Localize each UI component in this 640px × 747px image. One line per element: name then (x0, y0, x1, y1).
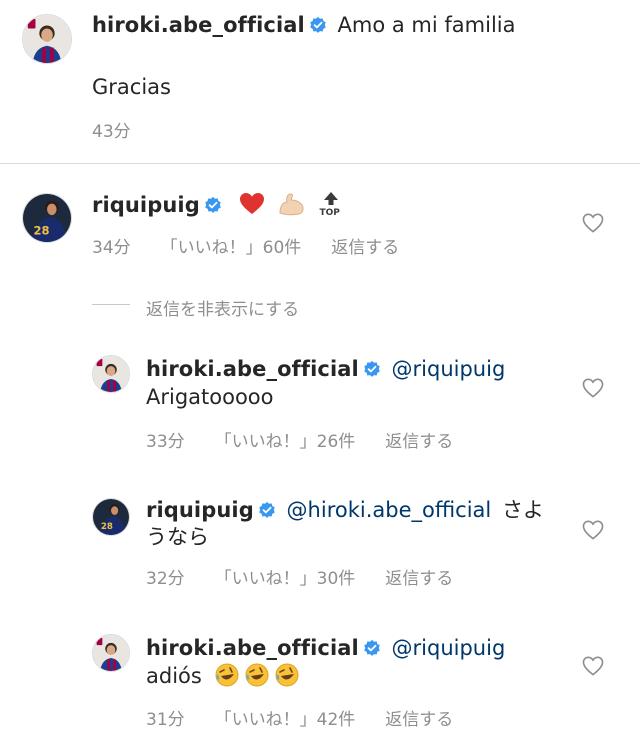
verified-badge-icon (309, 16, 327, 34)
reply-text: Arigatooooo (146, 385, 274, 409)
reply-time[interactable]: 33分 (146, 432, 185, 452)
comment-line: riquipuig TOP (92, 190, 344, 223)
caption-timestamp[interactable]: 43分 (92, 122, 131, 142)
rolling-laughing-icon (275, 663, 299, 694)
rolling-laughing-icon (245, 663, 269, 694)
reply-meta: 32分 「いいね！」30件 返信する (146, 564, 483, 589)
hide-replies-line (92, 304, 130, 305)
avatar[interactable] (92, 634, 130, 672)
divider (0, 163, 640, 164)
avatar[interactable]: 28 (22, 193, 72, 243)
reply-likes[interactable]: 「いいね！」42件 (215, 710, 356, 730)
reply-reply-button[interactable]: 返信する (385, 710, 453, 730)
flexed-biceps-icon (277, 192, 305, 223)
reply-time[interactable]: 32分 (146, 569, 185, 589)
like-heart-icon[interactable] (582, 656, 604, 676)
reply-mention[interactable]: @riquipuig (392, 357, 506, 381)
verified-badge-icon (363, 360, 381, 378)
reply-mention[interactable]: @riquipuig (392, 636, 506, 660)
reply-text: adiós (146, 664, 202, 688)
reply-username[interactable]: riquipuig (146, 498, 254, 522)
reply-line: riquipuig @hiroki.abe_official さよ (146, 496, 544, 524)
avatar[interactable]: 28 (92, 498, 130, 536)
reply-likes[interactable]: 「いいね！」30件 (215, 569, 356, 589)
red-heart-icon (239, 192, 265, 223)
avatar-image: 28 (93, 499, 129, 535)
comment-meta: 34分 「いいね！」60件 返信する (92, 233, 429, 258)
hide-replies-button[interactable]: 返信を非表示にする (146, 295, 329, 320)
reply-text-inline: さよ (501, 498, 544, 522)
reply-line: hiroki.abe_official @riquipuig (146, 634, 505, 662)
comment-time[interactable]: 34分 (92, 238, 131, 258)
reply-reply-button[interactable]: 返信する (385, 569, 453, 589)
top-arrow-icon: TOP (318, 190, 344, 223)
reply-line: hiroki.abe_official @riquipuig (146, 355, 505, 383)
avatar[interactable] (22, 14, 72, 64)
reply-username[interactable]: hiroki.abe_official (146, 357, 359, 381)
reply-time[interactable]: 31分 (146, 710, 185, 730)
avatar[interactable] (92, 355, 130, 393)
comment-reply-button[interactable]: 返信する (331, 238, 399, 258)
svg-text:TOP: TOP (319, 208, 340, 216)
svg-text:28: 28 (34, 223, 50, 237)
avatar-image (23, 15, 71, 63)
caption-text2: Gracias (92, 75, 171, 99)
hide-replies-label: 返信を非表示にする (146, 300, 300, 320)
caption-time: 43分 (92, 117, 161, 142)
avatar-image (93, 635, 129, 671)
like-heart-icon[interactable] (582, 213, 604, 233)
reply-meta: 33分 「いいね！」26件 返信する (146, 427, 483, 452)
caption-line: hiroki.abe_official Amo a mi familia (92, 11, 515, 39)
verified-badge-icon (258, 501, 276, 519)
comment-username[interactable]: riquipuig (92, 193, 200, 217)
reply-text-line: adiós (146, 662, 299, 694)
verified-badge-icon (363, 639, 381, 657)
caption-username[interactable]: hiroki.abe_official (92, 13, 305, 37)
avatar-image (93, 356, 129, 392)
verified-badge-icon (204, 196, 222, 214)
reply-meta: 31分 「いいね！」42件 返信する (146, 705, 483, 730)
like-heart-icon[interactable] (582, 520, 604, 540)
rolling-laughing-icon (215, 663, 239, 694)
reply-username[interactable]: hiroki.abe_official (146, 636, 359, 660)
reply-mention[interactable]: @hiroki.abe_official (287, 498, 492, 522)
reply-reply-button[interactable]: 返信する (385, 432, 453, 452)
comment-likes[interactable]: 「いいね！」60件 (161, 238, 302, 258)
reply-likes[interactable]: 「いいね！」26件 (215, 432, 356, 452)
caption-text: Amo a mi familia (337, 13, 516, 37)
avatar-image: 28 (23, 194, 71, 242)
reply-text: うなら (146, 525, 209, 549)
svg-text:28: 28 (101, 522, 113, 532)
like-heart-icon[interactable] (582, 378, 604, 398)
